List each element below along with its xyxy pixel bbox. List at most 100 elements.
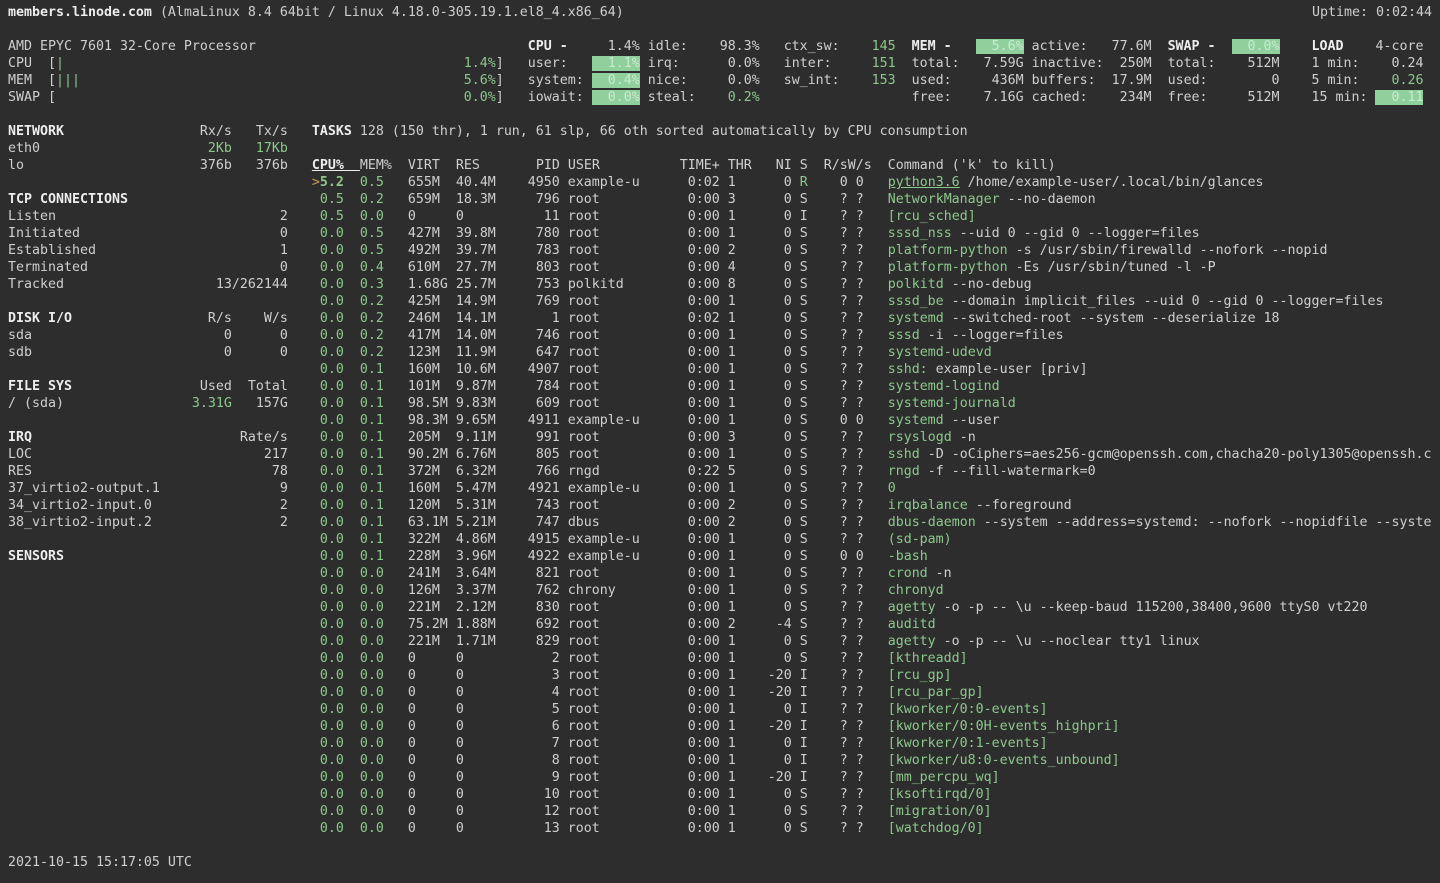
col-header: R/s [824,158,848,173]
process-thr: 1 [728,804,736,819]
process-res: 11.9M [456,345,496,360]
process-ni: 0 [768,260,792,275]
col-header: Used [176,379,232,394]
process-res: 0 [456,685,464,700]
process-user: root [568,311,600,326]
command-name: polkitd [888,277,944,292]
process-thr: 1 [728,719,736,734]
process-rs: 0 [824,175,848,190]
process-user: root [568,209,600,224]
process-res: 10.6M [456,362,496,377]
sort-arrow-icon: > [312,175,320,190]
process-thr: 1 [728,362,736,377]
metric-label: steal: [648,90,704,105]
process-ws: ? [848,481,864,496]
command-name: sssd_nss [888,226,952,241]
process-pid: 991 [512,430,560,445]
process-pid: 7 [512,736,560,751]
process-state: I [800,770,808,785]
process-ni: 0 [768,243,792,258]
process-user: root [568,396,600,411]
process-ws: ? [848,532,864,547]
process-pid: 830 [512,600,560,615]
process-rs: ? [824,566,848,581]
process-state: S [800,260,808,275]
process-user: root [568,566,600,581]
row-name: Terminated [8,260,88,275]
process-rs: ? [824,498,848,513]
process-virt: 0 [408,209,416,224]
process-row: SENSORS 0.0 0.1 228M 3.96M 4922 example-… [8,548,1440,565]
process-state: S [800,294,808,309]
process-res: 25.7M [456,277,496,292]
process-mem: 0.0 [352,787,384,802]
section-title: FILE SYS [8,379,72,394]
process-user: root [568,260,600,275]
process-thr: 2 [728,498,736,513]
process-ws: ? [848,362,864,377]
process-mem: 0.2 [352,192,384,207]
col-header: Total [232,379,288,394]
process-res: 0 [456,770,464,785]
process-thr: 1 [728,583,736,598]
row-value: 2 [176,498,288,513]
process-mem: 0.3 [352,277,384,292]
command-name: systemd-logind [888,379,1000,394]
process-mem: 0.2 [352,345,384,360]
process-virt: 0 [408,668,416,683]
command-name: 0 [888,481,896,496]
process-mem: 0.5 [352,226,384,241]
process-time: 0:00 [688,345,720,360]
process-time: 0:00 [688,260,720,275]
metric-label: active: [1032,39,1112,54]
command-args: /home/example-user/.local/bin/glances [960,175,1264,190]
process-thr: 4 [728,260,736,275]
process-rs: ? [824,702,848,717]
terminal-line: CPU [| 1.4%] user: 1.1% irq: 0.0% inter:… [8,55,1440,72]
terminal-line: lo 376b 376b CPU% MEM% VIRT RES PID USER… [8,157,1440,174]
process-rs: ? [824,345,848,360]
process-pid: 753 [512,277,560,292]
process-ni: -20 [768,668,792,683]
process-virt: 228M [408,549,440,564]
terminal-line: NETWORK Rx/s Tx/s TASKS 128 (150 thr), 1… [8,123,1440,140]
process-res: 6.32M [456,464,496,479]
metric-value: 151 [848,56,896,71]
process-thr: 1 [728,413,736,428]
process-user: root [568,600,600,615]
metric-label: idle: [648,39,704,54]
process-row: >5.2 0.5 655M 40.4M 4950 example-u 0:02 … [8,174,1440,191]
process-user: root [568,328,600,343]
terminal-line: AMD EPYC 7601 32-Core Processor CPU - 1.… [8,38,1440,55]
glances-terminal[interactable]: members.linode.com(AlmaLinux 8.4 64bit /… [0,0,1440,879]
process-virt: 63.1M [408,515,448,530]
process-mem: 0.2 [352,294,384,309]
process-pid: 4911 [512,413,560,428]
process-rs: ? [824,362,848,377]
command-name: rngd [888,464,920,479]
row-value: 217 [176,447,288,462]
process-virt: 241M [408,566,440,581]
command-name: sssd_be [888,294,944,309]
row-value: 2Kb [176,141,232,156]
process-virt: 0 [408,702,416,717]
process-cpu: 0.0 [312,277,344,292]
process-state: S [800,481,808,496]
process-virt: 98.5M [408,396,448,411]
process-state: S [800,804,808,819]
command-name: [rcu_gp] [888,668,952,683]
command-name: [rcu_par_gp] [888,685,984,700]
metric-label: cached: [1032,90,1112,105]
process-rs: ? [824,277,848,292]
process-thr: 1 [728,481,736,496]
process-ni: 0 [768,634,792,649]
terminal-text [968,39,976,54]
process-state: S [800,430,808,445]
process-mem: 0.0 [352,634,384,649]
process-row: 0.0 0.0 0 0 8 root 0:00 1 0 I ? ? [kwork… [8,752,1440,769]
process-ws: ? [848,753,864,768]
col-header: R/s [176,311,232,326]
process-user: root [568,294,600,309]
process-state: I [800,685,808,700]
command-args: -n [952,430,976,445]
